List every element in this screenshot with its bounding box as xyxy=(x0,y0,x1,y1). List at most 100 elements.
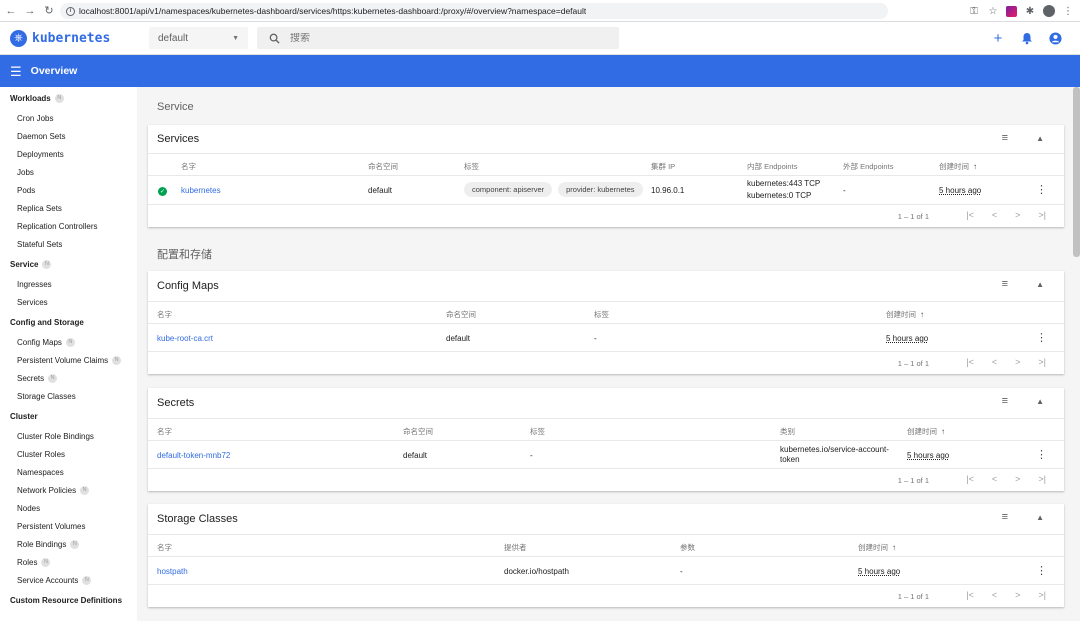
pagination-range: 1 – 1 of 1 xyxy=(897,592,929,601)
last-page-icon[interactable]: >| xyxy=(1038,590,1046,600)
address-bar[interactable]: i localhost:8001/api/v1/namespaces/kuber… xyxy=(60,3,888,19)
kubernetes-logo[interactable]: ⎈ kubernetes xyxy=(10,30,110,47)
prev-page-icon[interactable]: < xyxy=(992,474,997,484)
create-plus-icon[interactable]: + xyxy=(991,31,1005,46)
column-header-created[interactable]: 创建时间 ↑ xyxy=(907,426,945,437)
first-page-icon[interactable]: |< xyxy=(966,210,974,220)
sidebar-item-daemon-sets[interactable]: Daemon Sets xyxy=(0,127,137,145)
profile-icon[interactable] xyxy=(1043,5,1055,17)
filter-icon[interactable]: ≡ xyxy=(1002,279,1008,290)
sidebar-item-jobs[interactable]: Jobs xyxy=(0,163,137,181)
filter-icon[interactable]: ≡ xyxy=(1002,133,1008,144)
menu-icon[interactable]: ☰ xyxy=(10,65,22,78)
next-page-icon[interactable]: > xyxy=(1015,357,1020,367)
last-page-icon[interactable]: >| xyxy=(1038,210,1046,220)
column-header[interactable]: 名字 xyxy=(157,426,172,437)
column-header: 命名空间 xyxy=(446,310,476,319)
more-vert-icon[interactable]: ⋮ xyxy=(1036,450,1047,461)
service-name-link[interactable]: kubernetes xyxy=(181,186,221,195)
first-page-icon[interactable]: |< xyxy=(966,357,974,367)
extension-icon[interactable] xyxy=(1006,5,1017,17)
first-page-icon[interactable]: |< xyxy=(966,590,974,600)
sidebar-item-storage-classes[interactable]: Storage Classes xyxy=(0,387,137,405)
forward-icon[interactable]: → xyxy=(22,3,38,19)
sidebar-item-namespaces[interactable]: Namespaces xyxy=(0,463,137,481)
sidebar-item-cron-jobs[interactable]: Cron Jobs xyxy=(0,109,137,127)
column-header[interactable]: 名字 xyxy=(157,542,172,553)
sidebar-item-persistent-volumes[interactable]: Persistent Volumes xyxy=(0,517,137,535)
next-page-icon[interactable]: > xyxy=(1015,210,1020,220)
sidebar-item-cluster-roles[interactable]: Cluster Roles xyxy=(0,445,137,463)
key-icon[interactable]: ⚿ xyxy=(968,5,980,17)
collapse-icon[interactable]: ▲ xyxy=(1036,280,1044,289)
more-vert-icon[interactable]: ⋮ xyxy=(1062,5,1074,17)
new-badge: N xyxy=(82,575,92,585)
last-page-icon[interactable]: >| xyxy=(1038,474,1046,484)
pagination: 1 – 1 of 1 |< < > >| xyxy=(148,469,1064,491)
sidebar-item-config-maps[interactable]: Config Maps N xyxy=(0,333,137,351)
next-page-icon[interactable]: > xyxy=(1015,474,1020,484)
prev-page-icon[interactable]: < xyxy=(992,357,997,367)
next-page-icon[interactable]: > xyxy=(1015,590,1020,600)
puzzle-icon[interactable]: ✱ xyxy=(1024,5,1036,17)
sidebar-item-services[interactable]: Services xyxy=(0,293,137,311)
page-scrollbar[interactable] xyxy=(1073,87,1080,257)
collapse-icon[interactable]: ▲ xyxy=(1036,397,1044,406)
sidebar-item-replica-sets[interactable]: Replica Sets xyxy=(0,199,137,217)
sidebar-section-service[interactable]: Service N xyxy=(0,253,137,275)
sidebar-item-stateful-sets[interactable]: Stateful Sets xyxy=(0,235,137,253)
more-vert-icon[interactable]: ⋮ xyxy=(1036,566,1047,577)
sidebar-item-roles[interactable]: Roles N xyxy=(0,553,137,571)
last-page-icon[interactable]: >| xyxy=(1038,357,1046,367)
first-page-icon[interactable]: |< xyxy=(966,474,974,484)
filter-icon[interactable]: ≡ xyxy=(1002,512,1008,523)
prev-page-icon[interactable]: < xyxy=(992,590,997,600)
namespace-cell: default xyxy=(368,186,393,195)
reload-icon[interactable]: ↻ xyxy=(41,3,57,19)
more-vert-icon[interactable]: ⋮ xyxy=(1036,185,1047,196)
storageclass-name-link[interactable]: hostpath xyxy=(157,567,188,576)
sidebar-item-label: Deployments xyxy=(17,149,64,159)
sidebar-item-service-accounts[interactable]: Service Accounts N xyxy=(0,571,137,589)
back-icon[interactable]: ← xyxy=(3,3,19,19)
sidebar-section-config-storage[interactable]: Config and Storage xyxy=(0,311,137,333)
column-header[interactable]: 名字 xyxy=(181,161,196,172)
star-icon[interactable]: ☆ xyxy=(987,5,999,17)
sidebar-item-deployments[interactable]: Deployments xyxy=(0,145,137,163)
search-input[interactable] xyxy=(290,32,590,44)
account-circle-icon[interactable] xyxy=(1049,32,1062,45)
column-header[interactable]: 名字 xyxy=(157,309,172,320)
sidebar-item-role-bindings[interactable]: Role Bindings N xyxy=(0,535,137,553)
more-vert-icon[interactable]: ⋮ xyxy=(1036,333,1047,344)
sidebar-item-label: Ingresses xyxy=(17,279,52,289)
namespace-select[interactable]: default ▼ xyxy=(149,27,248,49)
table-row[interactable]: default-token-mnb72 default - kubernetes… xyxy=(148,441,1064,469)
collapse-icon[interactable]: ▲ xyxy=(1036,134,1044,143)
sort-arrow-up-icon: ↑ xyxy=(892,543,896,552)
sidebar-item-pods[interactable]: Pods xyxy=(0,181,137,199)
filter-icon[interactable]: ≡ xyxy=(1002,396,1008,407)
table-row[interactable]: kube-root-ca.crt default - 5 hours ago ⋮ xyxy=(148,324,1064,352)
sidebar-section-workloads[interactable]: Workloads N xyxy=(0,87,137,109)
sidebar-item-replication-controllers[interactable]: Replication Controllers xyxy=(0,217,137,235)
sidebar-item-cluster-role-bindings[interactable]: Cluster Role Bindings xyxy=(0,427,137,445)
sidebar-item-ingresses[interactable]: Ingresses xyxy=(0,275,137,293)
column-header-created[interactable]: 创建时间 ↑ xyxy=(886,309,924,320)
sidebar-item-secrets[interactable]: Secrets N xyxy=(0,369,137,387)
sidebar-section-cluster[interactable]: Cluster xyxy=(0,405,137,427)
info-icon[interactable]: i xyxy=(66,6,75,16)
prev-page-icon[interactable]: < xyxy=(992,210,997,220)
configmap-name-link[interactable]: kube-root-ca.crt xyxy=(157,334,213,343)
table-row[interactable]: ✓ kubernetes default component: apiserve… xyxy=(148,176,1064,205)
column-header-created[interactable]: 创建时间 ↑ xyxy=(939,161,977,172)
sidebar-item-label: Nodes xyxy=(17,503,41,513)
table-row[interactable]: hostpath docker.io/hostpath - 5 hours ag… xyxy=(148,557,1064,585)
sidebar-item-network-policies[interactable]: Network Policies N xyxy=(0,481,137,499)
sidebar-item-nodes[interactable]: Nodes xyxy=(0,499,137,517)
collapse-icon[interactable]: ▲ xyxy=(1036,513,1044,522)
sidebar-section-crd[interactable]: Custom Resource Definitions xyxy=(0,589,137,611)
secret-name-link[interactable]: default-token-mnb72 xyxy=(157,451,230,460)
column-header-created[interactable]: 创建时间 ↑ xyxy=(858,542,896,553)
notifications-bell-icon[interactable] xyxy=(1021,32,1033,45)
sidebar-item-pvc[interactable]: Persistent Volume Claims N xyxy=(0,351,137,369)
